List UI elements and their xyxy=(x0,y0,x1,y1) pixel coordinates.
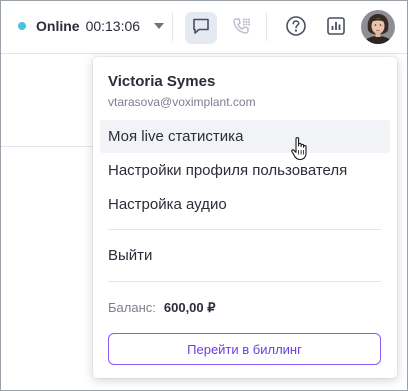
balance-value: 600,00 ₽ xyxy=(163,300,216,315)
content-divider xyxy=(1,146,93,147)
statistics-button[interactable] xyxy=(320,12,352,44)
status-dot xyxy=(18,22,26,30)
chat-icon xyxy=(191,16,211,41)
menu-item-live-statistics[interactable]: Моя live статистика xyxy=(100,120,390,153)
user-menu-dropdown: Victoria Symes vtarasova@voximplant.com … xyxy=(93,57,397,378)
top-bar: Online 00:13:06 xyxy=(1,1,407,54)
stats-icon xyxy=(326,16,346,41)
app-window: Online 00:13:06 Victoria Symes vtarasova… xyxy=(0,0,408,391)
phone-button[interactable] xyxy=(225,12,257,44)
help-button[interactable] xyxy=(280,12,312,44)
help-icon xyxy=(285,15,307,42)
menu-item-logout[interactable]: Выйти xyxy=(100,239,390,272)
chevron-down-icon[interactable] xyxy=(154,23,165,29)
status-label: Online xyxy=(36,18,80,34)
phone-icon xyxy=(231,16,251,41)
menu-divider xyxy=(108,281,381,282)
menu-item-profile-settings[interactable]: Настройки профиля пользователя xyxy=(100,154,390,187)
toolbar-divider xyxy=(266,13,267,41)
balance-label: Баланс: xyxy=(108,300,156,315)
status-selector[interactable]: Online 00:13:06 xyxy=(18,16,165,36)
status-timer: 00:13:06 xyxy=(85,18,141,34)
user-name: Victoria Symes xyxy=(108,73,216,90)
user-email: vtarasova@voximplant.com xyxy=(108,95,256,109)
avatar[interactable] xyxy=(361,10,395,44)
toolbar-divider xyxy=(172,13,173,41)
chat-button[interactable] xyxy=(185,12,217,44)
go-to-billing-button[interactable]: Перейти в биллинг xyxy=(108,333,381,365)
menu-divider xyxy=(108,229,381,230)
menu-item-audio-settings[interactable]: Настройка аудио xyxy=(100,188,390,221)
balance-row: Баланс: 600,00 ₽ xyxy=(108,300,216,316)
